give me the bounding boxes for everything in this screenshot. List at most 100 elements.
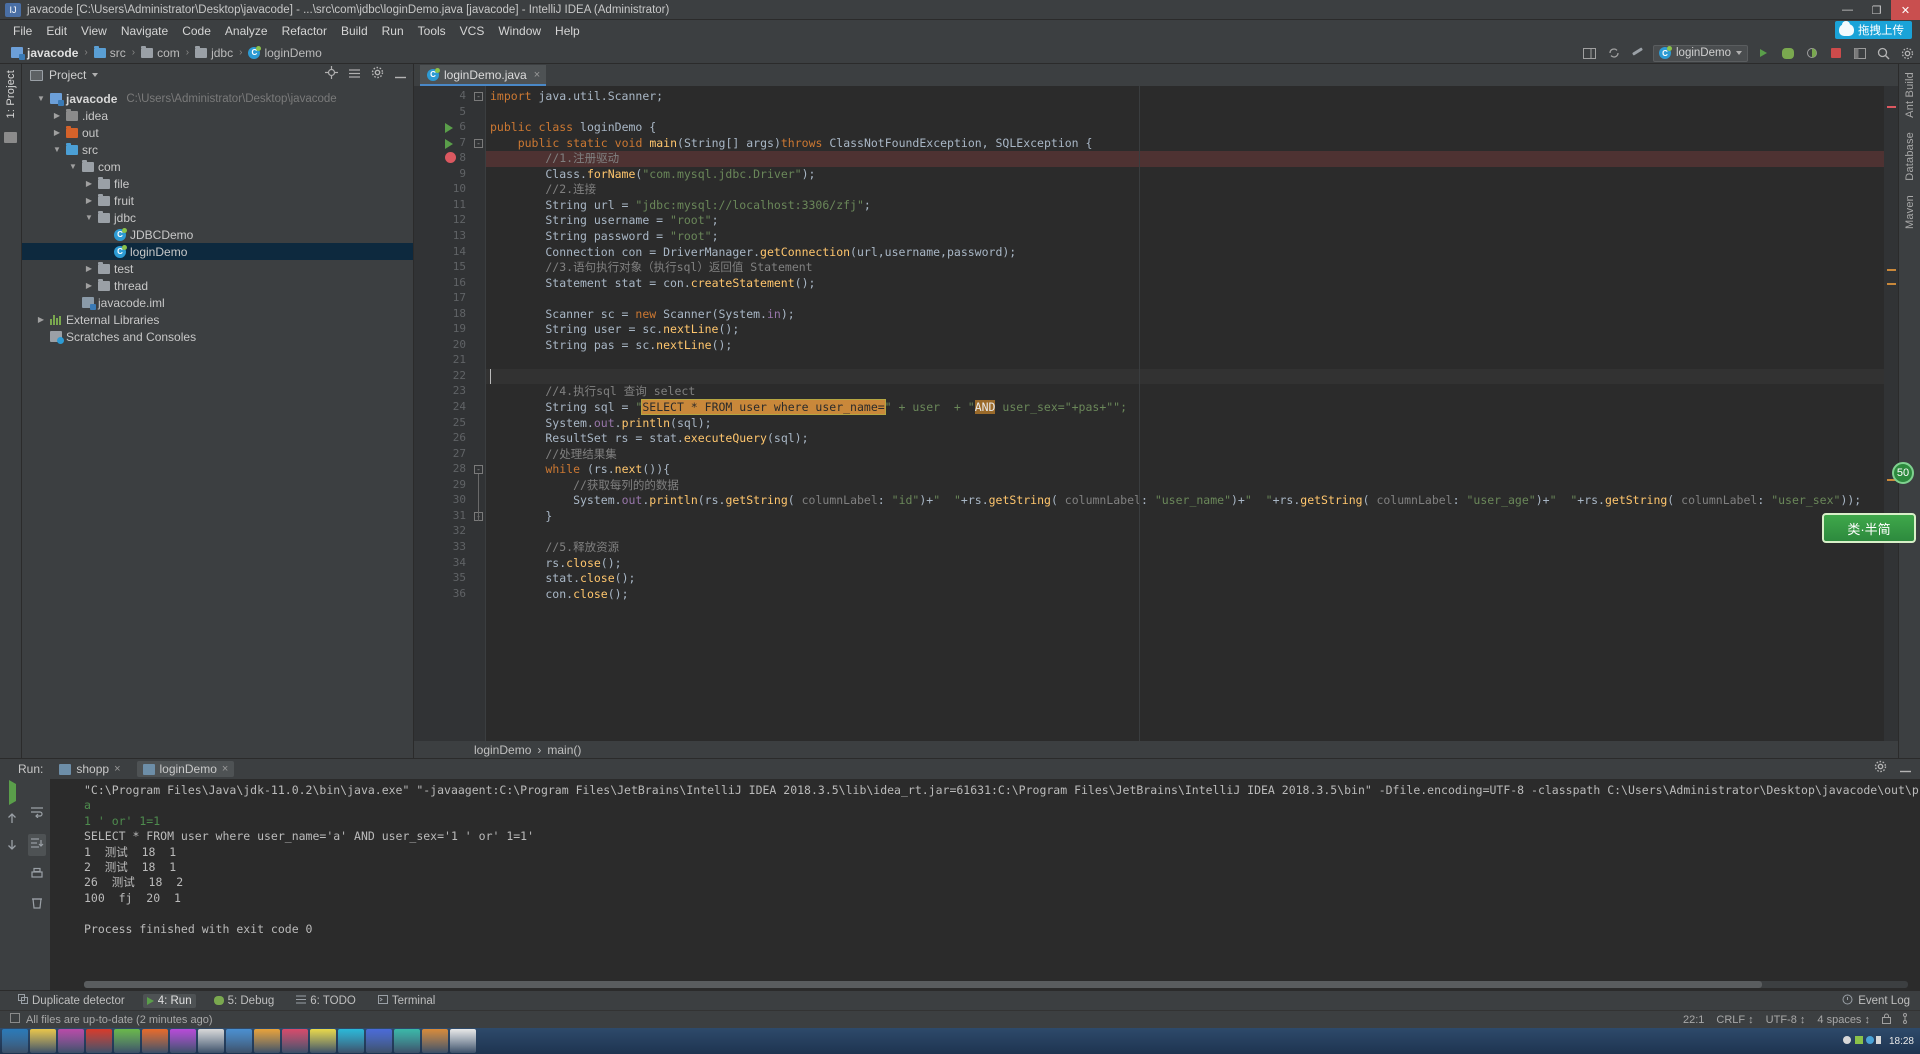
code-line-22[interactable]	[486, 368, 1884, 385]
run-icon[interactable]	[1755, 45, 1772, 62]
code-text-area[interactable]: import java.util.Scanner; public class lo…	[486, 86, 1884, 741]
caret-position[interactable]: 22:1	[1683, 1014, 1704, 1026]
taskbar-app-icon[interactable]	[142, 1029, 168, 1053]
editor-gutter[interactable]: 4 5 6 7 8 9 10 11 12 13 14 15 16 17 18 19 20 21 22 23 24 25 26…	[414, 86, 472, 741]
tree-node-test[interactable]: ▶ test	[22, 260, 413, 277]
taskbar-app-icon[interactable]	[254, 1029, 280, 1053]
tray-icons[interactable]	[1842, 1034, 1882, 1049]
run-tab-shopp[interactable]: shopp ×	[53, 761, 126, 777]
taskbar-app-icon[interactable]	[114, 1029, 140, 1053]
taskbar-app-icon[interactable]	[422, 1029, 448, 1053]
code-line-19[interactable]: String user = sc.nextLine();	[486, 322, 1884, 338]
chevron-right-icon[interactable]: ▶	[84, 196, 94, 205]
floating-badge[interactable]: 50	[1892, 462, 1914, 484]
tree-node-jdbc[interactable]: ▼ jdbc	[22, 209, 413, 226]
run-tab-logindemo[interactable]: loginDemo ×	[136, 761, 235, 777]
menu-code[interactable]: Code	[175, 22, 218, 40]
close-button[interactable]: ✕	[1891, 0, 1920, 20]
code-line-36[interactable]: con.close();	[486, 587, 1884, 603]
line-separator[interactable]: CRLF ↕	[1716, 1014, 1753, 1026]
chevron-down-icon[interactable]: ▼	[52, 145, 62, 154]
code-line-12[interactable]: String username = "root";	[486, 213, 1884, 229]
layout-toggle-icon[interactable]	[1851, 45, 1868, 62]
tree-node-src[interactable]: ▼ src	[22, 141, 413, 158]
rerun-icon[interactable]	[8, 780, 16, 805]
menu-tools[interactable]: Tools	[411, 22, 453, 40]
breakpoint-icon[interactable]	[445, 152, 456, 164]
code-line-7[interactable]: public static void main(String[] args)th…	[486, 136, 1884, 152]
code-line-17[interactable]	[486, 291, 1884, 307]
project-tree[interactable]: ▼ javacode C:\Users\Administrator\Desktop\…	[22, 86, 413, 758]
scroll-up-icon[interactable]	[6, 811, 18, 829]
layout-icon[interactable]	[1581, 45, 1598, 62]
hide-icon[interactable]	[394, 66, 407, 84]
code-line-30[interactable]: System.out.println(rs.getString( columnL…	[486, 493, 1884, 509]
breadcrumb-com[interactable]: com	[138, 45, 183, 61]
code-line-13[interactable]: String password = "root";	[486, 229, 1884, 245]
chevron-down-icon[interactable]: ▼	[84, 213, 94, 222]
menu-vcs[interactable]: VCS	[453, 22, 492, 40]
tree-node-com[interactable]: ▼ com	[22, 158, 413, 175]
bottom-tab-todo[interactable]: 6: TODO	[292, 994, 360, 1008]
code-line-5[interactable]	[486, 105, 1884, 121]
tool-button-database[interactable]: Database	[1904, 132, 1916, 181]
branch-icon[interactable]	[1903, 1012, 1912, 1027]
tree-node--idea[interactable]: ▶ .idea	[22, 107, 413, 124]
breadcrumb-method[interactable]: main()	[547, 743, 581, 757]
fold-toggle-icon[interactable]: -	[474, 138, 483, 148]
gear-icon[interactable]	[1899, 45, 1916, 62]
editor-tab-logindemo[interactable]: C loginDemo.java ×	[420, 65, 547, 86]
chevron-right-icon[interactable]: ▶	[36, 315, 46, 324]
sync-icon[interactable]	[1605, 45, 1622, 62]
menu-edit[interactable]: Edit	[39, 22, 74, 40]
breadcrumb-src[interactable]: src	[91, 45, 129, 61]
code-line-28[interactable]: while (rs.next()){	[486, 462, 1884, 478]
close-icon[interactable]: ×	[114, 763, 120, 775]
tree-node-javacode-iml[interactable]: javacode.iml	[22, 294, 413, 311]
code-line-25[interactable]: System.out.println(sql);	[486, 416, 1884, 432]
scroll-to-end-icon[interactable]	[28, 834, 46, 856]
taskbar-app-icon[interactable]	[30, 1029, 56, 1053]
fold-toggle-icon[interactable]: -	[474, 465, 483, 475]
chevron-right-icon[interactable]: ▶	[84, 179, 94, 188]
tree-node-fruit[interactable]: ▶ fruit	[22, 192, 413, 209]
code-line-35[interactable]: stat.close();	[486, 571, 1884, 587]
menu-analyze[interactable]: Analyze	[218, 22, 275, 40]
chevron-right-icon[interactable]: ▶	[52, 111, 62, 120]
tree-node-logindemo[interactable]: CloginDemo	[22, 243, 413, 260]
indent-setting[interactable]: 4 spaces ↕	[1817, 1014, 1870, 1026]
lock-icon[interactable]	[1882, 1013, 1891, 1027]
print-icon[interactable]	[30, 867, 44, 885]
code-line-4[interactable]: import java.util.Scanner;	[486, 89, 1884, 105]
chevron-down-icon[interactable]: ▼	[68, 162, 78, 171]
code-line-20[interactable]: String pas = sc.nextLine();	[486, 338, 1884, 354]
code-line-32[interactable]	[486, 524, 1884, 540]
menu-build[interactable]: Build	[334, 22, 375, 40]
tree-node-thread[interactable]: ▶ thread	[22, 277, 413, 294]
locate-icon[interactable]	[325, 66, 338, 84]
code-line-34[interactable]: rs.close();	[486, 556, 1884, 572]
coverage-icon[interactable]	[1803, 45, 1820, 62]
scroll-down-icon[interactable]	[6, 838, 18, 856]
code-line-29[interactable]: //获取每列的的数据	[486, 478, 1884, 494]
tool-button-project[interactable]: 1: Project	[5, 70, 17, 118]
tool-button-ant-build[interactable]: Ant Build	[1904, 72, 1916, 118]
gear-icon[interactable]	[371, 66, 384, 84]
hide-icon[interactable]	[1899, 760, 1912, 778]
close-icon[interactable]: ×	[534, 69, 540, 81]
code-line-23[interactable]: //4.执行sql 查询 select	[486, 384, 1884, 400]
menu-help[interactable]: Help	[548, 22, 587, 40]
code-line-27[interactable]: //处理结果集	[486, 447, 1884, 463]
run-gutter-icon[interactable]	[445, 138, 453, 149]
run-gutter-icon[interactable]	[445, 123, 453, 134]
tool-button-maven[interactable]: Maven	[1904, 195, 1916, 229]
code-line-21[interactable]	[486, 353, 1884, 369]
bottom-tab-terminal[interactable]: Terminal	[374, 994, 439, 1008]
code-folding-strip[interactable]: ----	[472, 86, 486, 741]
taskbar-app-icon[interactable]	[226, 1029, 252, 1053]
code-line-26[interactable]: ResultSet rs = stat.executeQuery(sql);	[486, 431, 1884, 447]
breadcrumb-jdbc[interactable]: jdbc	[192, 45, 236, 61]
taskbar-app-icon[interactable]	[366, 1029, 392, 1053]
bottom-tab-run[interactable]: 4: Run	[142, 993, 196, 1008]
event-log-button[interactable]: Event Log	[1842, 994, 1910, 1008]
